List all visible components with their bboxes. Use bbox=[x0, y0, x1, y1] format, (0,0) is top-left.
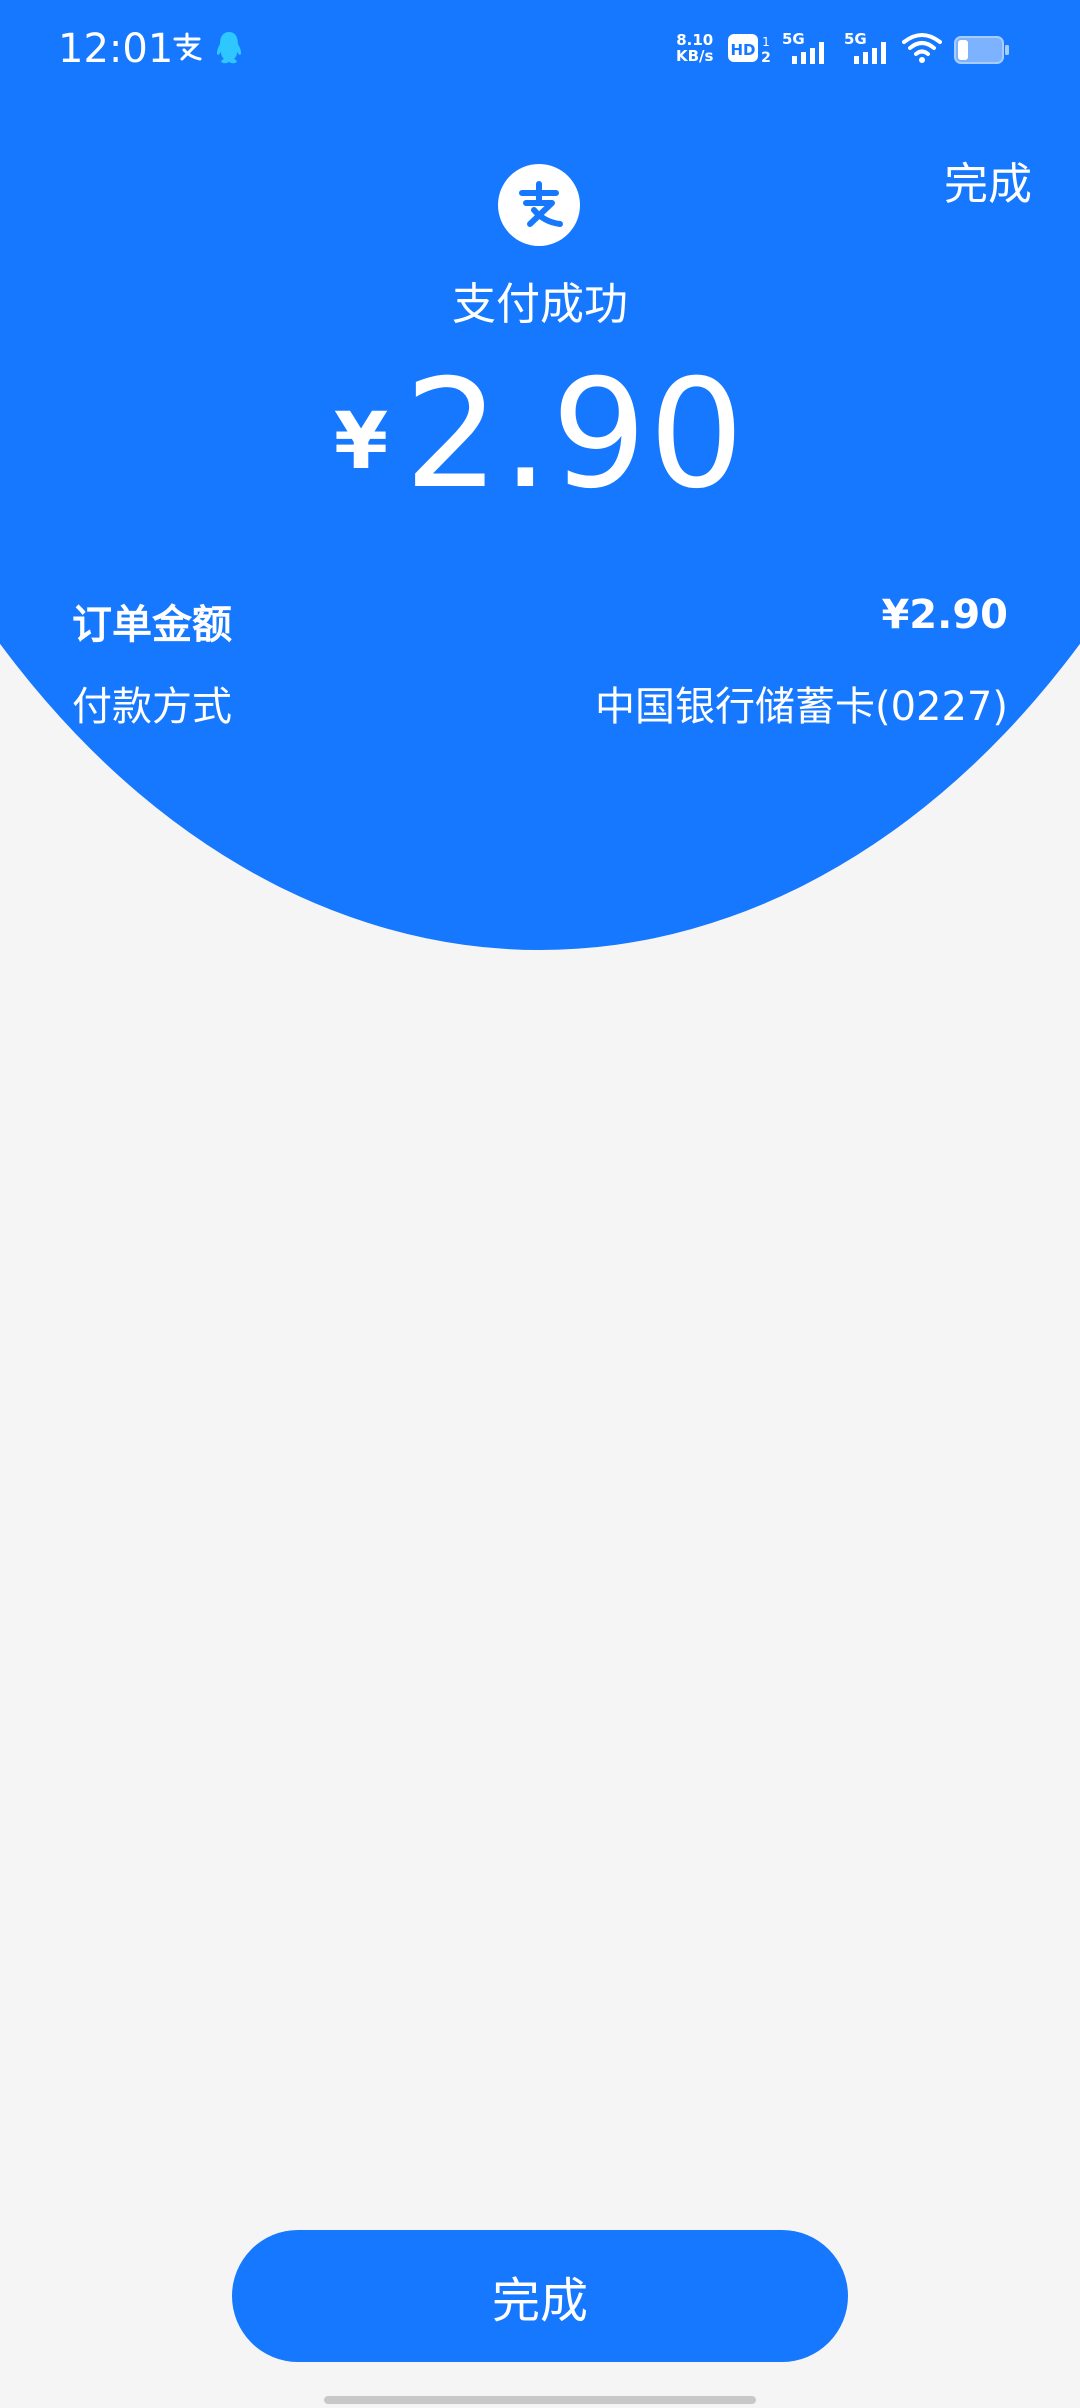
top-done-button[interactable]: 完成 bbox=[944, 148, 1032, 212]
svg-text:HD: HD bbox=[730, 41, 755, 59]
currency-symbol: ¥ bbox=[333, 397, 389, 487]
payment-method-value: 中国银行储蓄卡(0227) bbox=[594, 684, 1008, 730]
payment-success-screen: 12:01 8.10 KB/s HD 1 2 5G 5G 完成 支付成功 ¥ 2… bbox=[0, 0, 1080, 2408]
alipay-logo-icon bbox=[498, 164, 580, 246]
done-button[interactable]: 完成 bbox=[232, 2230, 848, 2362]
svg-text:5G: 5G bbox=[844, 30, 867, 48]
paid-amount: ¥2.90 bbox=[0, 348, 1080, 522]
hd-volte-icon: HD 1 2 bbox=[728, 34, 771, 66]
wifi-icon bbox=[902, 33, 942, 63]
sim1-signal-icon: 5G bbox=[782, 30, 824, 64]
order-amount-value: ¥2.90 bbox=[881, 592, 1008, 638]
battery-icon bbox=[954, 36, 1009, 64]
order-amount-label: 订单金额 bbox=[72, 602, 232, 648]
svg-text:5G: 5G bbox=[782, 30, 805, 48]
svg-text:1: 1 bbox=[762, 35, 770, 49]
home-indicator[interactable] bbox=[324, 2396, 756, 2404]
payment-method-label: 付款方式 bbox=[72, 684, 232, 730]
status-bar: 12:01 8.10 KB/s HD 1 2 5G 5G bbox=[0, 0, 1080, 100]
qq-notification-icon bbox=[216, 32, 242, 64]
amount-value: 2.90 bbox=[404, 348, 747, 522]
sim2-signal-icon: 5G bbox=[844, 30, 886, 64]
alipay-notification-icon bbox=[173, 32, 202, 61]
network-speed: 8.10 KB/s bbox=[676, 31, 714, 65]
svg-text:2: 2 bbox=[761, 50, 771, 66]
status-time: 12:01 bbox=[58, 26, 174, 72]
payment-success-title: 支付成功 bbox=[452, 279, 628, 330]
